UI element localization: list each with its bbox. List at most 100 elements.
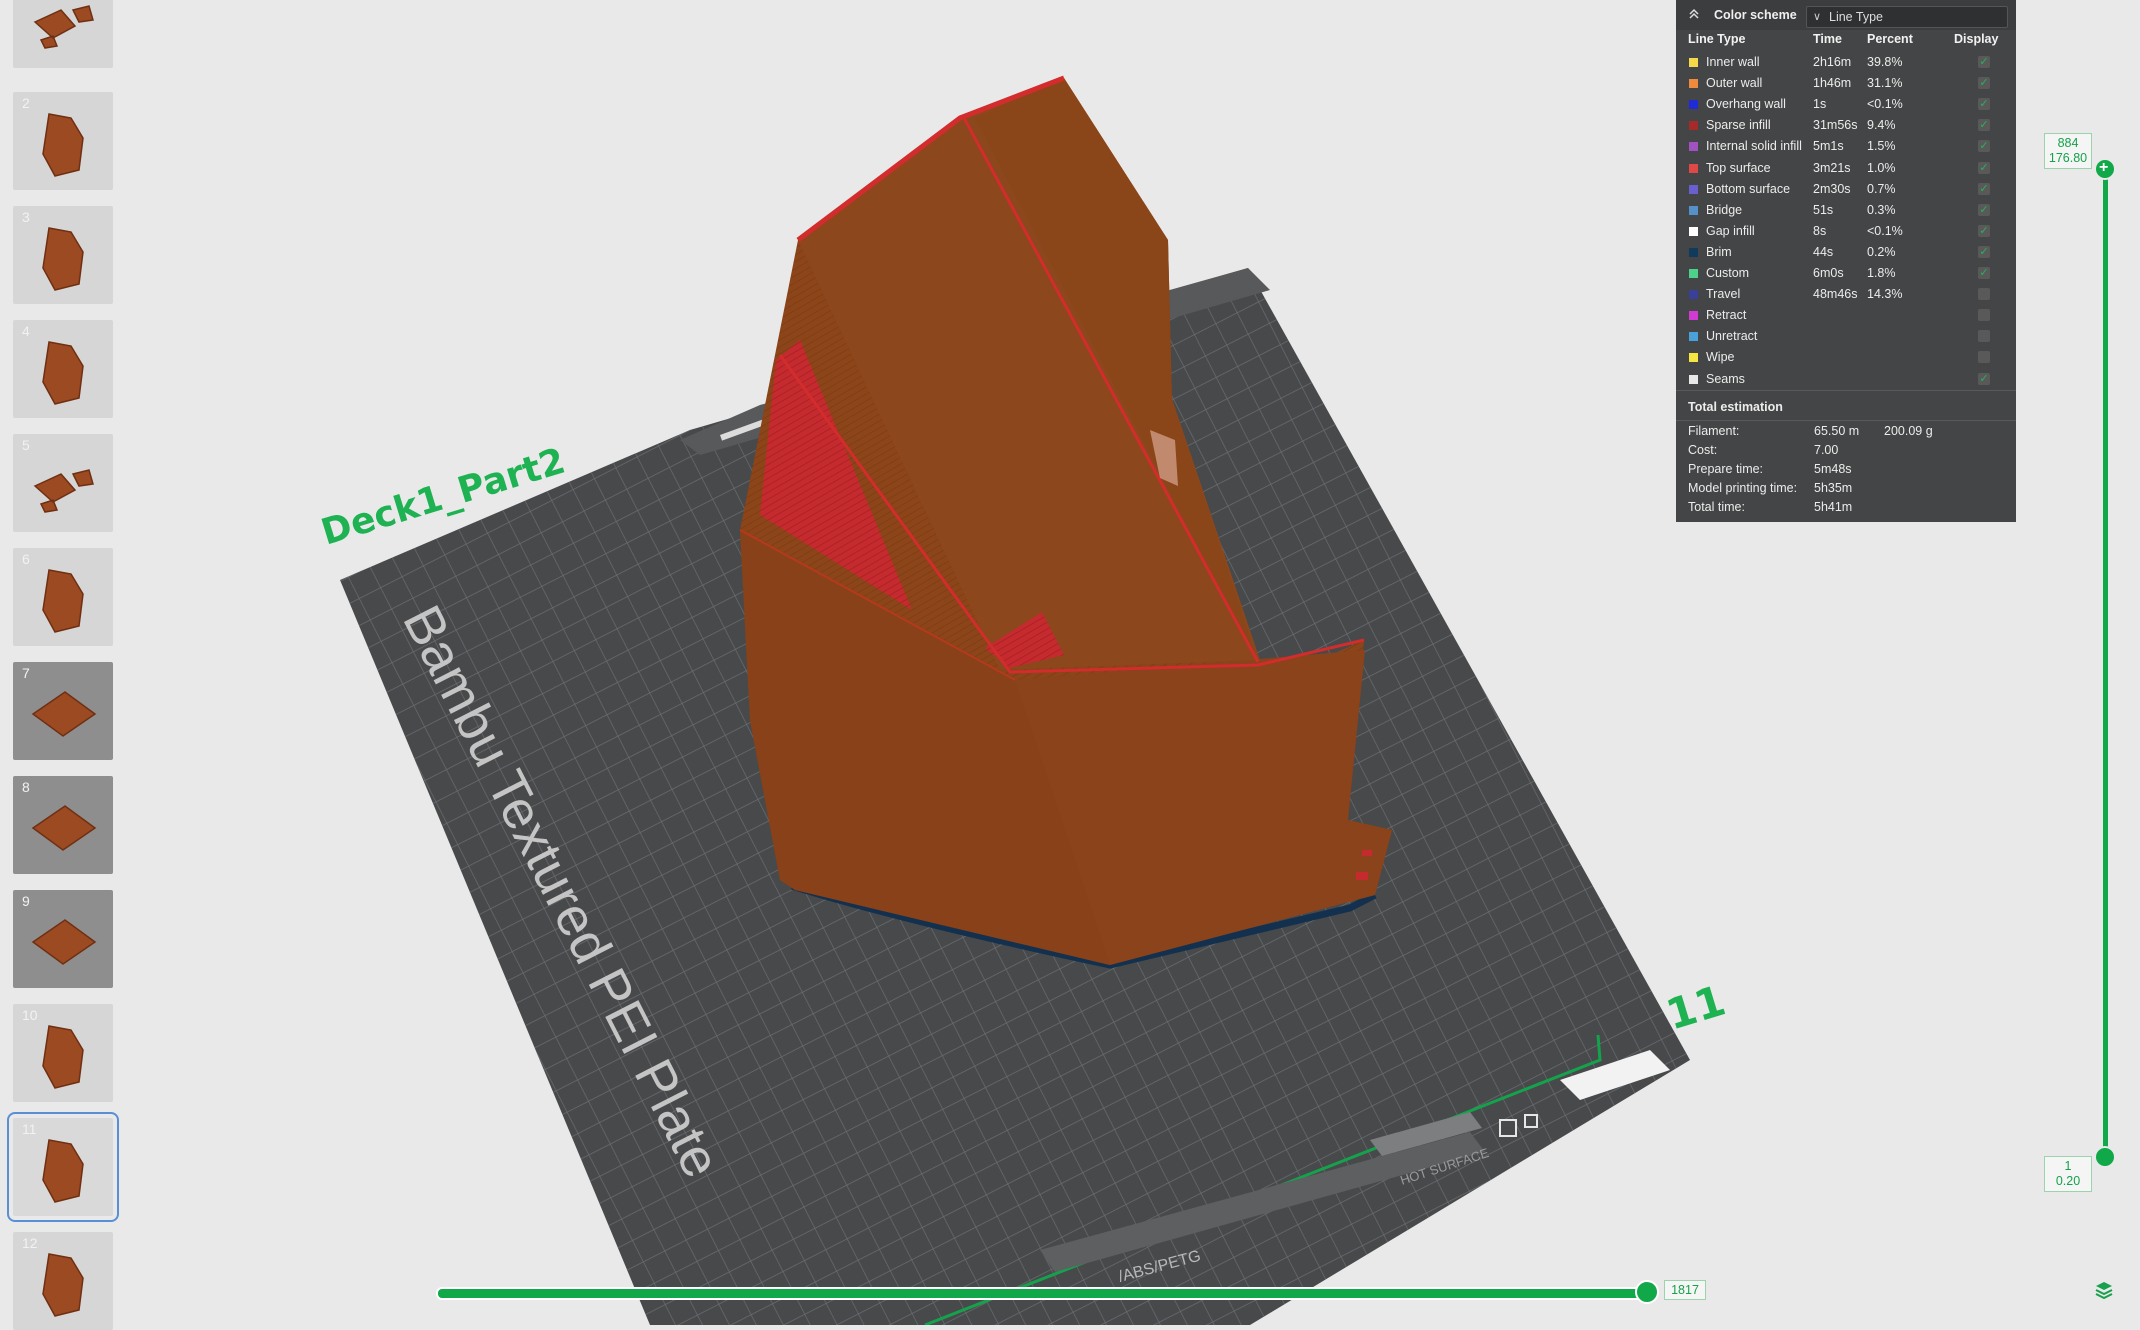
line-type-percent: 9.4%: [1867, 118, 1896, 133]
thumbnail-model-shape: [42, 341, 84, 405]
line-type-time: 31m56s: [1813, 118, 1858, 133]
line-type-row[interactable]: Bridge 51s 0.3% ✓: [1676, 200, 2016, 221]
estimation-row: Prepare time: 5m48s: [1688, 462, 2008, 481]
line-type-time: 51s: [1813, 202, 1834, 217]
line-type-percent: <0.1%: [1867, 223, 1903, 238]
display-checkbox[interactable]: ✓: [1978, 224, 1990, 237]
line-type-row[interactable]: Overhang wall 1s <0.1% ✓: [1676, 94, 2016, 115]
display-checkbox[interactable]: ✓: [1978, 182, 1990, 195]
line-type-swatch: [1689, 374, 1698, 384]
line-type-swatch: [1689, 247, 1698, 257]
estimation-row: Filament: 65.50 m 200.09 g: [1688, 424, 2008, 443]
display-checkbox[interactable]: ✓: [1978, 203, 1990, 216]
line-type-row[interactable]: Sparse infill 31m56s 9.4% ✓: [1676, 115, 2016, 136]
line-type-row[interactable]: Seams ✓: [1676, 369, 2016, 390]
collapse-chevron-icon[interactable]: [1688, 8, 1700, 20]
display-checkbox[interactable]: ✓: [1978, 77, 1990, 90]
display-checkbox[interactable]: ✓: [1978, 245, 1990, 258]
line-type-name: Wipe: [1706, 350, 1735, 365]
estimation-value: 5m48s: [1814, 462, 1852, 476]
line-type-row[interactable]: Brim 44s 0.2% ✓: [1676, 242, 2016, 263]
estimation-label: Prepare time:: [1688, 462, 1764, 476]
line-type-row[interactable]: Outer wall 1h46m 31.1% ✓: [1676, 73, 2016, 94]
estimation-row: Model printing time: 5h35m: [1688, 481, 2008, 500]
plate-thumbnail-3[interactable]: 3: [13, 206, 113, 304]
part-icon: [42, 227, 84, 291]
line-type-time: 48m46s: [1813, 287, 1858, 302]
plate-thumbnail-12[interactable]: 12: [13, 1232, 113, 1330]
plate-thumbnail-1[interactable]: 1: [13, 0, 113, 68]
line-type-name: Gap infill: [1706, 223, 1755, 238]
display-checkbox[interactable]: [1978, 309, 1990, 322]
plate-thumbnail-11[interactable]: 11: [7, 1112, 119, 1222]
line-type-swatch: [1689, 353, 1698, 363]
display-checkbox[interactable]: ✓: [1978, 56, 1990, 68]
line-type-row[interactable]: Travel 48m46s 14.3%: [1676, 284, 2016, 305]
line-type-row[interactable]: Inner wall 2h16m 39.8% ✓: [1676, 52, 2016, 73]
col-display: Display: [1954, 32, 1999, 46]
line-type-name: Retract: [1706, 308, 1747, 323]
thumbnail-model-shape: [33, 469, 94, 513]
line-type-swatch: [1689, 58, 1698, 67]
line-type-percent: 1.8%: [1867, 266, 1896, 280]
line-type-name: Unretract: [1706, 329, 1758, 344]
plate-thumbnail-6[interactable]: 6: [13, 548, 113, 646]
plate-thumbnail-5[interactable]: 5: [13, 434, 113, 532]
line-type-name: Inner wall: [1706, 55, 1760, 69]
display-checkbox[interactable]: ✓: [1978, 161, 1990, 174]
part-icon: [42, 341, 84, 405]
line-type-swatch: [1689, 205, 1698, 215]
line-type-row[interactable]: Retract: [1676, 305, 2016, 326]
plate-thumbnail-4[interactable]: 4: [13, 320, 113, 418]
move-slider-handle[interactable]: [1635, 1280, 1659, 1304]
plate-thumbnail-8[interactable]: 8: [13, 776, 113, 874]
line-type-row[interactable]: Wipe: [1676, 347, 2016, 368]
move-slider-readout: 1817: [1664, 1280, 1706, 1300]
line-type-name: Seams: [1706, 371, 1745, 386]
plate-thumbnail-2[interactable]: 2: [13, 92, 113, 190]
line-type-time: 2h16m: [1813, 55, 1852, 69]
plus-icon: +: [2099, 159, 2109, 176]
move-slider-track[interactable]: [436, 1287, 1652, 1300]
plate-thumbnail-10[interactable]: 10: [13, 1004, 113, 1102]
flat-part-icon: [31, 919, 97, 965]
plate-thumbnail-7[interactable]: 7: [13, 662, 113, 760]
line-type-row[interactable]: Internal solid infill 5m1s 1.5% ✓: [1676, 136, 2016, 157]
layer-slider-track[interactable]: [2103, 168, 2108, 1156]
layer-slider-bottom-handle[interactable]: [2094, 1146, 2116, 1168]
color-scheme-select[interactable]: ∨ Line Type: [1806, 6, 2008, 28]
line-type-row[interactable]: Top surface 3m21s 1.0% ✓: [1676, 158, 2016, 179]
line-type-swatch: [1689, 226, 1698, 236]
display-checkbox[interactable]: [1978, 330, 1990, 343]
thumbnail-model-shape: [42, 113, 84, 177]
line-type-row[interactable]: Unretract: [1676, 326, 2016, 347]
plate-thumbnail-9[interactable]: 9: [13, 890, 113, 988]
display-checkbox[interactable]: ✓: [1978, 267, 1990, 279]
display-checkbox[interactable]: ✓: [1978, 119, 1990, 132]
flat-part-icon: [31, 691, 97, 737]
layer-slider-top-handle[interactable]: +: [2094, 158, 2116, 180]
estimation-label: Total time:: [1688, 500, 1745, 514]
line-type-swatch: [1689, 121, 1698, 131]
display-checkbox[interactable]: ✓: [1978, 140, 1990, 153]
check-icon: ✓: [1979, 224, 1989, 237]
line-type-row[interactable]: Bottom surface 2m30s 0.7% ✓: [1676, 179, 2016, 200]
display-checkbox[interactable]: ✓: [1978, 372, 1990, 385]
layer-bottom-readout: 1 0.20: [2044, 1156, 2092, 1192]
line-type-name: Overhang wall: [1706, 97, 1786, 112]
layers-icon[interactable]: [2094, 1280, 2114, 1300]
total-estimation-title: Total estimation: [1688, 400, 1783, 414]
check-icon: ✓: [1979, 267, 1989, 279]
multi-part-icon: [33, 469, 94, 513]
line-type-row[interactable]: Gap infill 8s <0.1% ✓: [1676, 221, 2016, 242]
legend-header[interactable]: Color scheme ∨ Line Type: [1676, 0, 2016, 30]
line-type-percent: 1.5%: [1867, 139, 1896, 154]
display-checkbox[interactable]: [1978, 351, 1990, 364]
line-type-name: Custom: [1706, 266, 1750, 280]
line-type-time: 8s: [1813, 223, 1827, 238]
display-checkbox[interactable]: [1978, 288, 1990, 301]
col-percent: Percent: [1867, 32, 1913, 46]
line-type-row[interactable]: Custom 6m0s 1.8% ✓: [1676, 263, 2016, 284]
display-checkbox[interactable]: ✓: [1978, 98, 1990, 111]
line-type-swatch: [1689, 311, 1698, 321]
